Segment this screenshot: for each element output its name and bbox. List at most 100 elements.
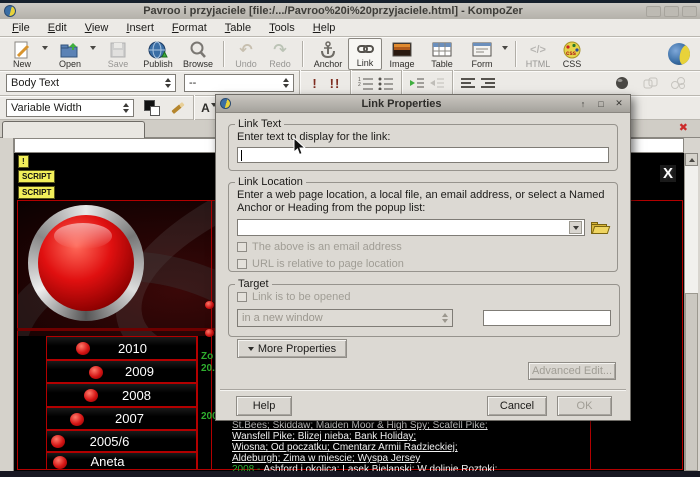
window-close-button[interactable] — [682, 6, 697, 17]
target-name-input[interactable] — [483, 310, 611, 326]
publish-button[interactable]: Publish — [138, 38, 178, 70]
year-menu-item[interactable]: 2007 — [46, 407, 197, 430]
dialog-close-button[interactable]: ✕ — [612, 97, 626, 110]
year-prefix: 2008 - — [232, 464, 260, 471]
combobox-dropdown-icon[interactable] — [569, 221, 582, 234]
group-objects-button — [640, 73, 660, 93]
window-title: Pavroo i przyjaciele [file:/.../Pavroo%2… — [20, 5, 646, 17]
anchor-button[interactable]: Anchor — [308, 38, 348, 70]
highlight-button[interactable] — [168, 98, 188, 118]
toolbar-separator — [299, 70, 300, 96]
indent-icon — [409, 76, 425, 90]
link-location-label: Enter a web page location, a local file,… — [237, 189, 609, 215]
menu-view[interactable]: View — [77, 20, 117, 36]
numbered-list-button[interactable]: 12 — [356, 73, 376, 93]
page-close-x-graphic[interactable]: X — [660, 165, 676, 182]
sidebar-splitter[interactable] — [0, 138, 14, 471]
css-button[interactable]: css CSS — [555, 38, 589, 70]
open-dropdown-arrow-icon[interactable] — [90, 46, 96, 50]
sphere-icon — [615, 76, 629, 90]
scrollbar-thumb[interactable] — [685, 293, 698, 471]
preview-sphere-button[interactable] — [612, 73, 632, 93]
paragraph-format-select[interactable]: Body Text — [6, 74, 176, 92]
partial-year-text: 20. — [201, 363, 215, 374]
dialog-maximize-button[interactable]: □ — [594, 97, 608, 110]
strong-emphasis-icon: !! — [330, 76, 341, 91]
menu-format[interactable]: Format — [164, 20, 215, 36]
link-button[interactable]: Link — [348, 38, 382, 70]
html-source-icon: </> — [530, 40, 546, 59]
align-left-button[interactable] — [458, 73, 478, 93]
year-menu-item[interactable]: 2009 — [46, 360, 197, 383]
dialog-titlebar[interactable]: Link Properties ↑ □ ✕ — [216, 95, 630, 113]
form-dropdown-arrow-icon[interactable] — [502, 46, 508, 50]
pencil-icon — [171, 101, 184, 113]
choose-file-button[interactable] — [591, 221, 609, 234]
css-class-select[interactable]: -- — [184, 74, 294, 92]
indent-button[interactable] — [407, 73, 427, 93]
year-menu-item[interactable]: 2010 — [46, 336, 197, 360]
font-family-select[interactable]: Variable Width — [6, 99, 134, 117]
undo-arrow-icon: ↶ — [239, 40, 252, 59]
email-address-checkbox-row: The above is an email address — [237, 241, 609, 253]
strong-emphasis-button[interactable]: !! — [325, 73, 345, 93]
bulleted-list-button[interactable] — [376, 73, 396, 93]
text-caret — [241, 150, 242, 161]
more-properties-button[interactable]: More Properties — [237, 339, 347, 358]
main-toolbar: New Open Save Publish Browse — [0, 37, 700, 71]
red-bullet-icon — [205, 329, 214, 337]
background-color-swatch-icon — [150, 106, 160, 116]
image-button[interactable]: Image — [382, 38, 422, 70]
link-location-group: Link Location Enter a web page location,… — [228, 176, 618, 272]
align-right-button[interactable] — [478, 73, 498, 93]
modified-marker-icon: ✖ — [679, 121, 688, 134]
window-maximize-button[interactable] — [664, 6, 679, 17]
open-button[interactable]: Open — [50, 38, 90, 70]
menu-edit[interactable]: Edit — [40, 20, 75, 36]
dialog-shade-button[interactable]: ↑ — [576, 97, 590, 110]
page-tab[interactable] — [2, 121, 145, 138]
new-button[interactable]: New — [2, 38, 42, 70]
menu-tools[interactable]: Tools — [261, 20, 303, 36]
group-objects-icon — [643, 77, 658, 90]
year-menu-item[interactable]: 2005/6 — [46, 430, 197, 452]
html-button: </> HTML — [521, 38, 555, 70]
toolbar-separator — [302, 41, 303, 67]
scrollbar-up-arrow-icon[interactable] — [685, 153, 698, 166]
text-color-picker[interactable] — [144, 100, 160, 116]
window-titlebar[interactable]: Pavroo i przyjaciele [file:/.../Pavroo%2… — [0, 3, 700, 19]
new-dropdown-arrow-icon[interactable] — [42, 46, 48, 50]
table-gridline — [197, 336, 198, 470]
window-minimize-button[interactable] — [646, 6, 661, 17]
help-button[interactable]: Help — [236, 396, 292, 416]
menu-table[interactable]: Table — [217, 20, 259, 36]
kompozer-app-icon — [4, 5, 16, 17]
year-menu-item[interactable]: 2008 — [46, 383, 197, 407]
trip-link-line[interactable]: Aldeburgh; Zima w miescie; Wyspa Jersey — [232, 453, 602, 464]
redo-button: ↷ Redo — [263, 38, 297, 70]
trip-link-line[interactable]: Wiosna; Od poczatku; Cmentarz Armii Radz… — [232, 442, 602, 453]
email-address-checkbox — [237, 242, 247, 252]
form-button[interactable]: Form — [462, 38, 502, 70]
window-bottom-edge — [0, 471, 700, 477]
cancel-button[interactable]: Cancel — [487, 396, 547, 416]
menu-help[interactable]: Help — [305, 20, 344, 36]
trip-link-line[interactable]: 2008 -Ashford i okolica; Lasek Bielanski… — [232, 464, 602, 471]
toolbar-separator — [401, 70, 402, 96]
big-red-button-graphic[interactable] — [28, 205, 144, 321]
kompozer-window: Pavroo i przyjaciele [file:/.../Pavroo%2… — [0, 0, 700, 477]
link-open-checkbox-row: Link is to be opened — [237, 291, 611, 303]
warning-badge: ! — [18, 155, 29, 168]
link-location-combobox[interactable] — [237, 219, 585, 236]
trip-link-line[interactable]: Wansfell Pike; Blizej nieba; Bank Holida… — [232, 431, 602, 442]
menu-insert[interactable]: Insert — [118, 20, 162, 36]
emphasis-button[interactable]: ! — [305, 73, 325, 93]
table-button[interactable]: Table — [422, 38, 462, 70]
year-menu-item[interactable]: Aneta — [46, 452, 197, 470]
browse-button[interactable]: Browse — [178, 38, 218, 70]
vertical-scrollbar[interactable] — [684, 153, 698, 471]
undo-button: ↶ Undo — [229, 38, 263, 70]
select-spinner-icon — [277, 78, 289, 88]
red-bullet-icon — [70, 413, 84, 426]
menu-file[interactable]: File — [4, 20, 38, 36]
